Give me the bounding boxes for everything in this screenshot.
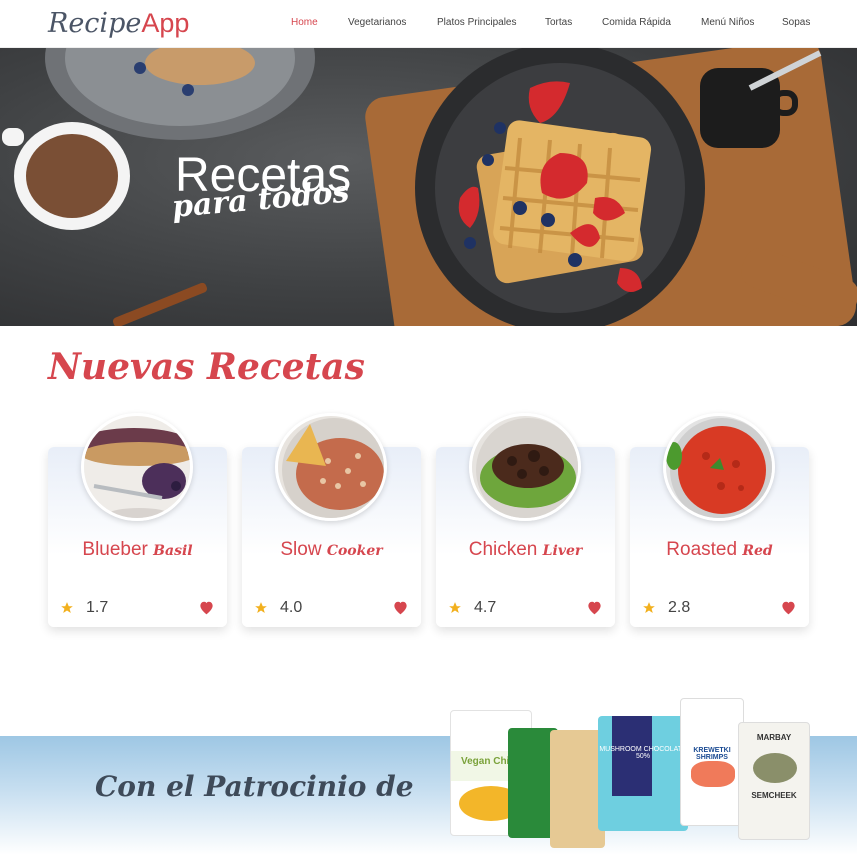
recipe-card[interactable]: Blueber Basil 1.7 (48, 413, 227, 627)
sponsor-heading: Con el Patrocinio de (95, 770, 414, 803)
recipe-title-main: Chicken (468, 539, 538, 560)
heart-icon[interactable] (780, 600, 797, 615)
recipe-card[interactable]: Chicken Liver 4.7 (436, 413, 615, 627)
recipe-rating: 4.7 (448, 599, 496, 617)
heart-icon[interactable] (392, 600, 409, 615)
rating-value: 2.8 (668, 599, 691, 616)
nav-item-vegetarianos[interactable]: Vegetarianos (348, 17, 406, 28)
hero-banner: Recetas para todos (0, 48, 857, 326)
package-label: MARBAY (756, 733, 792, 742)
recipe-rating: 4.0 (254, 599, 302, 617)
hero-food-illustration (2, 48, 857, 326)
rating-value: 4.0 (280, 599, 303, 616)
star-icon (61, 602, 73, 613)
recipe-rating: 1.7 (60, 599, 108, 617)
recipe-image[interactable] (469, 413, 581, 521)
heart-icon[interactable] (586, 600, 603, 615)
recipe-title-script: Liver (542, 543, 583, 559)
sponsor-package[interactable]: KREWETKI SHRIMPS (680, 698, 744, 826)
star-icon (449, 602, 461, 613)
recipe-title-main: Blueber (82, 539, 148, 560)
recipe-image[interactable] (663, 413, 775, 521)
recipe-card[interactable]: Slow Cooker 4.0 (242, 413, 421, 627)
logo-text-recipe: Recipe (48, 8, 142, 39)
recipe-title[interactable]: Chicken Liver (436, 539, 615, 561)
app-logo[interactable]: RecipeApp (48, 6, 189, 41)
recipe-card[interactable]: Roasted Red 2.8 (630, 413, 809, 627)
recipe-title[interactable]: Slow Cooker (242, 539, 421, 561)
recipe-title-script: Cooker (326, 543, 383, 559)
recipe-title-main: Roasted (666, 539, 738, 560)
recipe-title[interactable]: Roasted Red (630, 539, 809, 561)
package-label: SEMCHEEK (751, 791, 797, 800)
star-icon (643, 602, 655, 613)
sponsor-package[interactable]: MARBAY SEMCHEEK (738, 722, 810, 840)
sponsor-package[interactable]: MUSHROOM CHOCOLATE 50% (598, 716, 688, 831)
nav-item-tortas[interactable]: Tortas (545, 17, 572, 28)
rating-value: 1.7 (86, 599, 109, 616)
recipe-title-script: Red (742, 543, 773, 559)
recipe-image[interactable] (81, 413, 193, 521)
recipe-title[interactable]: Blueber Basil (48, 539, 227, 561)
heart-icon[interactable] (198, 600, 215, 615)
top-navbar: RecipeApp Home Vegetarianos Platos Princ… (0, 0, 857, 48)
sponsor-package[interactable] (550, 730, 605, 848)
nav-item-menu-ninos[interactable]: Menú Niños (701, 17, 754, 28)
recipe-rating: 2.8 (642, 599, 690, 617)
nav-item-sopas[interactable]: Sopas (782, 17, 810, 28)
recipe-title-main: Slow (280, 539, 322, 560)
logo-text-app: App (141, 8, 190, 38)
nav-item-home[interactable]: Home (291, 17, 318, 28)
nav-item-comida-rapida[interactable]: Comida Rápida (602, 17, 671, 28)
rating-value: 4.7 (474, 599, 497, 616)
section-title-nuevas-recetas: Nuevas Recetas (48, 346, 365, 388)
package-label: MUSHROOM CHOCOLATE 50% (599, 746, 687, 760)
recipe-image[interactable] (275, 413, 387, 521)
star-icon (255, 602, 267, 613)
recipe-title-script: Basil (153, 543, 193, 559)
nav-item-platos-principales[interactable]: Platos Principales (437, 17, 516, 28)
package-label: KREWETKI SHRIMPS (693, 747, 731, 761)
